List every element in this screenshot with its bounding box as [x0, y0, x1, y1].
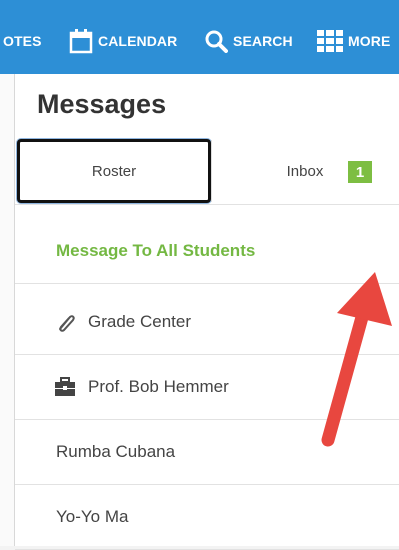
annotation-arrow-icon [321, 272, 392, 447]
